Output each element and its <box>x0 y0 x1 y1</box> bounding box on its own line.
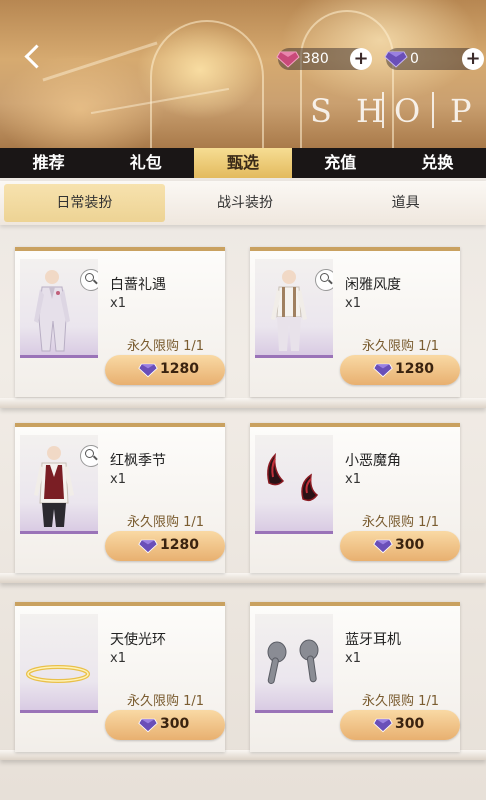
arch-decoration <box>150 20 264 148</box>
tab-recharge[interactable]: 充值 <box>292 148 389 178</box>
item-price: 300 <box>395 537 425 553</box>
purple-gem-icon <box>373 539 393 554</box>
purchase-limit: 永久限购 1/1 <box>362 515 440 530</box>
item-quantity: x1 <box>110 472 126 487</box>
purchase-limit: 永久限购 1/1 <box>362 339 440 354</box>
purple-gem-icon <box>373 718 393 733</box>
item-price: 1280 <box>395 361 434 377</box>
item-image <box>255 435 333 534</box>
buy-button[interactable]: 300 <box>340 710 460 740</box>
shelf <box>0 398 486 408</box>
sub-tab-bar: 日常装扮 战斗装扮 道具 <box>0 181 486 225</box>
pink-gem-icon <box>276 51 300 68</box>
shop-item-card[interactable]: 小恶魔角 x1 永久限购 1/1 300 <box>250 423 460 573</box>
item-image <box>20 614 98 713</box>
currency-purple-gem: 0 + <box>384 48 484 70</box>
purchase-limit: 永久限购 1/1 <box>127 515 205 530</box>
item-image <box>255 259 333 358</box>
purple-gem-icon <box>373 363 393 378</box>
subtab-daily-outfit[interactable]: 日常装扮 <box>4 184 165 222</box>
tab-exchange[interactable]: 兑换 <box>389 148 486 178</box>
buy-button[interactable]: 1280 <box>340 355 460 385</box>
shop-item-card[interactable]: 红枫季节 x1 永久限购 1/1 1280 <box>15 423 225 573</box>
purchase-limit: 永久限购 1/1 <box>127 694 205 709</box>
purchase-limit: 永久限购 1/1 <box>127 339 205 354</box>
tab-recommend[interactable]: 推荐 <box>0 148 97 178</box>
buy-button[interactable]: 1280 <box>105 355 225 385</box>
item-name: 小恶魔角 <box>345 453 401 469</box>
item-image <box>255 614 333 713</box>
item-image <box>20 259 98 358</box>
item-name: 天使光环 <box>110 632 166 648</box>
banner-letter: O <box>394 92 423 130</box>
subtab-items[interactable]: 道具 <box>325 181 486 225</box>
item-price: 1280 <box>160 537 199 553</box>
tab-selection[interactable]: 甄选 <box>194 148 292 178</box>
item-quantity: x1 <box>110 651 126 666</box>
main-tab-bar: 推荐 礼包 甄选 充值 兑换 <box>0 148 486 178</box>
zoom-icon[interactable] <box>315 269 333 291</box>
item-price: 300 <box>395 716 425 732</box>
shop-item-card[interactable]: 闲雅风度 x1 永久限购 1/1 1280 <box>250 247 460 397</box>
item-name: 白蔷礼遇 <box>110 277 166 293</box>
bluetooth-earbuds-icon <box>267 639 319 684</box>
purple-gem-icon <box>138 363 158 378</box>
zoom-icon[interactable] <box>80 269 98 291</box>
purple-gem-icon <box>138 539 158 554</box>
zoom-icon[interactable] <box>80 445 98 467</box>
item-name: 红枫季节 <box>110 453 166 469</box>
devil-horns-icon <box>267 452 319 502</box>
shop-item-card[interactable]: 白蔷礼遇 x1 永久限购 1/1 1280 <box>15 247 225 397</box>
currency-pink-gem: 380 + <box>276 48 372 70</box>
angel-halo-icon <box>26 665 90 683</box>
shop-item-card[interactable]: 蓝牙耳机 x1 永久限购 1/1 300 <box>250 602 460 752</box>
purple-gem-icon <box>384 51 408 68</box>
purple-gem-icon <box>138 718 158 733</box>
subtab-battle-outfit[interactable]: 战斗装扮 <box>165 181 326 225</box>
shelf <box>0 573 486 583</box>
item-image <box>20 435 98 534</box>
buy-button[interactable]: 300 <box>340 531 460 561</box>
purchase-limit: 永久限购 1/1 <box>362 694 440 709</box>
currency-amount: 0 <box>410 51 419 67</box>
buy-button[interactable]: 300 <box>105 710 225 740</box>
item-price: 1280 <box>160 361 199 377</box>
buy-button[interactable]: 1280 <box>105 531 225 561</box>
banner-divider <box>432 92 434 128</box>
shop-header-banner: 380 + 0 + S H O P <box>0 0 486 148</box>
item-quantity: x1 <box>345 296 361 311</box>
back-button[interactable] <box>16 40 50 74</box>
item-name: 蓝牙耳机 <box>345 632 401 648</box>
add-currency-button[interactable]: + <box>462 48 484 70</box>
banner-letter: S <box>310 92 334 130</box>
light-beam <box>42 41 158 82</box>
add-currency-button[interactable]: + <box>350 48 372 70</box>
item-quantity: x1 <box>345 472 361 487</box>
item-name: 闲雅风度 <box>345 277 401 293</box>
banner-divider <box>382 92 384 128</box>
shop-item-card[interactable]: 天使光环 x1 永久限购 1/1 300 <box>15 602 225 752</box>
item-quantity: x1 <box>110 296 126 311</box>
item-quantity: x1 <box>345 651 361 666</box>
tab-gift-pack[interactable]: 礼包 <box>97 148 194 178</box>
item-price: 300 <box>160 716 190 732</box>
currency-amount: 380 <box>302 51 329 67</box>
banner-letter: P <box>450 92 474 130</box>
